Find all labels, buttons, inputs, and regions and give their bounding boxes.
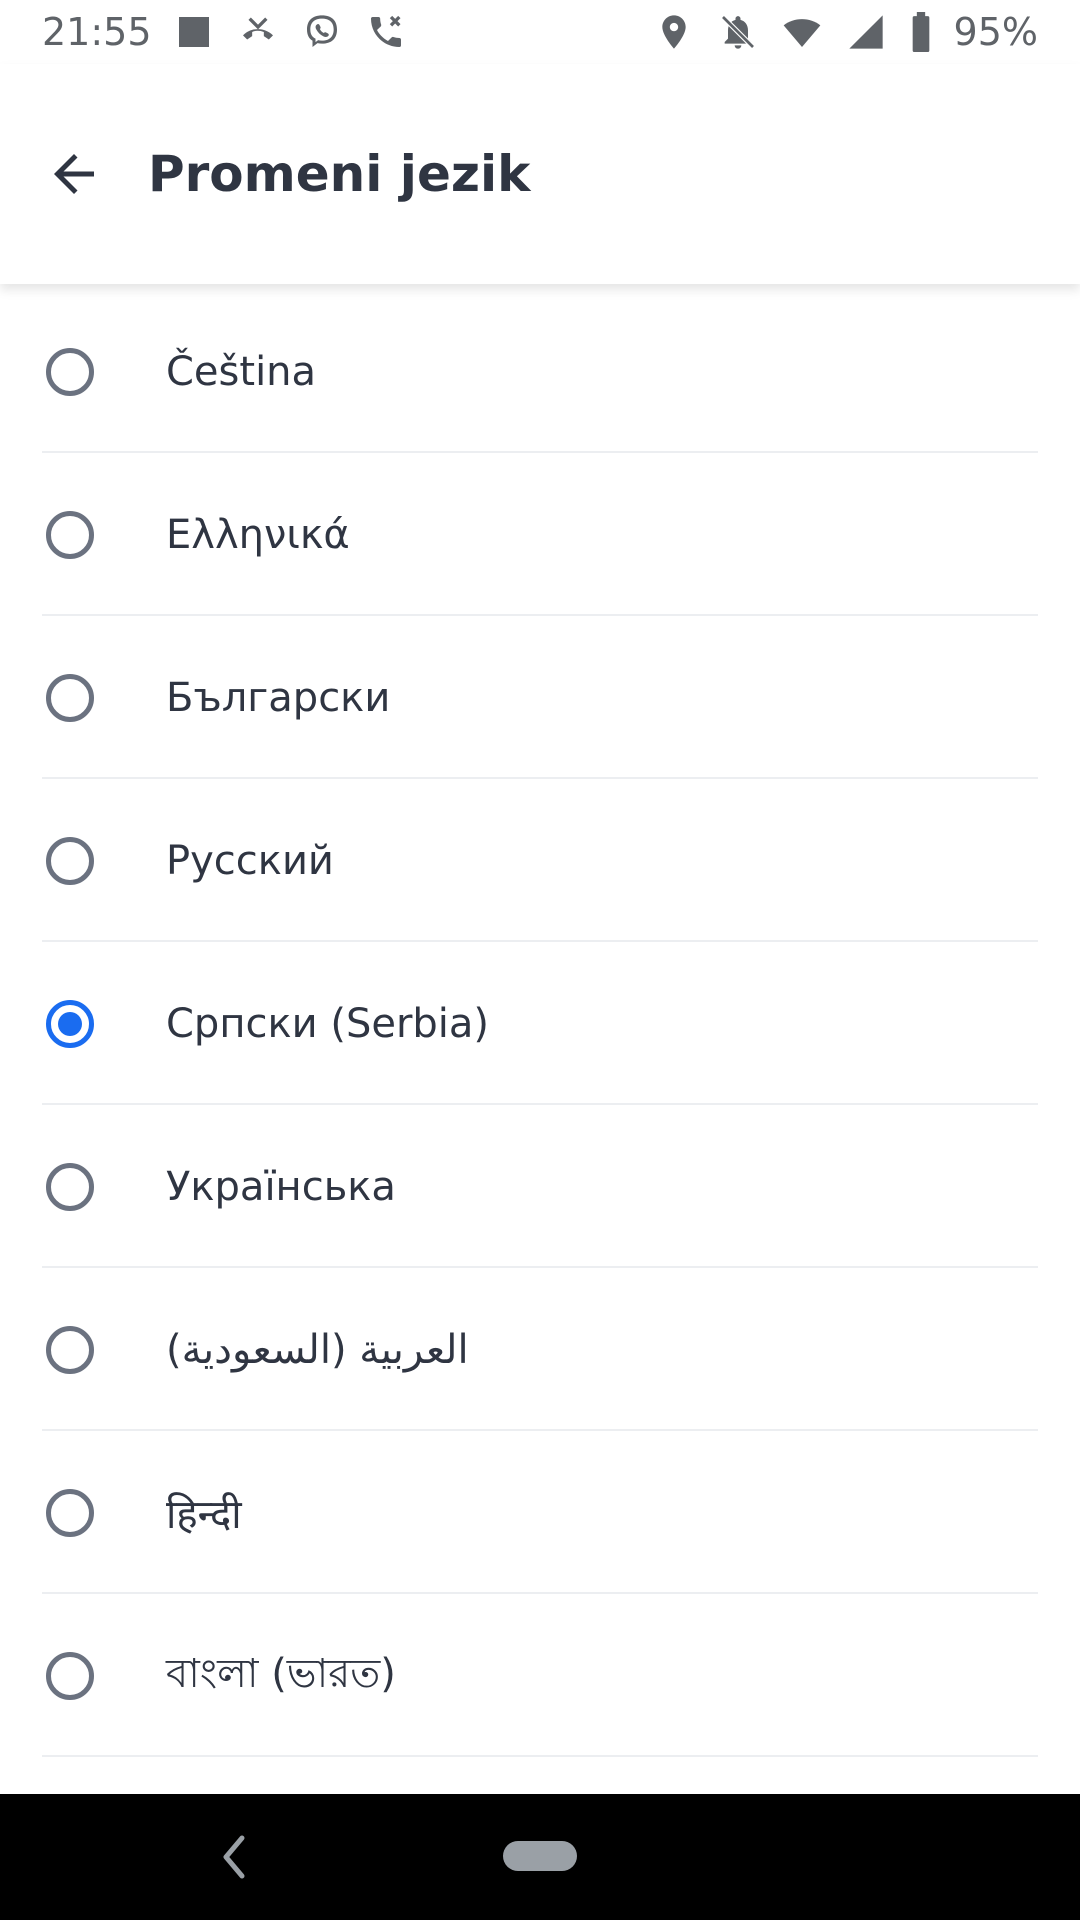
- language-option-serbian[interactable]: Српски (Serbia): [0, 942, 1080, 1105]
- page-title: Promeni jezik: [148, 145, 531, 203]
- radio-dot: [58, 1011, 82, 1036]
- radio-button[interactable]: [46, 1325, 94, 1374]
- language-option-bulgarian[interactable]: Български: [0, 616, 1080, 779]
- language-label: العربية (السعودية): [166, 1326, 469, 1373]
- notifications-off-icon: [716, 10, 760, 54]
- cell-signal-icon: [844, 10, 888, 54]
- back-button[interactable]: [42, 142, 106, 206]
- language-option-greek[interactable]: Ελληνικά: [0, 453, 1080, 616]
- battery-icon: [908, 10, 934, 54]
- location-icon: [652, 10, 696, 54]
- nav-back-icon[interactable]: [218, 1834, 248, 1880]
- status-right: 95%: [652, 10, 1038, 54]
- language-label: Ελληνικά: [166, 511, 350, 558]
- language-option-russian[interactable]: Русский: [0, 779, 1080, 942]
- status-left: 21:55: [42, 10, 408, 54]
- radio-button[interactable]: [46, 347, 94, 396]
- language-option-arabic[interactable]: العربية (السعودية): [0, 1268, 1080, 1431]
- radio-button[interactable]: [46, 510, 94, 559]
- viber-icon: [300, 10, 344, 54]
- status-bar: 21:55 95%: [0, 0, 1080, 64]
- arrow-left-icon: [54, 154, 94, 194]
- radio-button[interactable]: [46, 1162, 94, 1211]
- app-bar: Promeni jezik: [0, 64, 1080, 284]
- nav-home-pill[interactable]: [503, 1841, 577, 1871]
- wifi-icon: [780, 10, 824, 54]
- system-navigation-bar: [0, 1794, 1080, 1920]
- radio-button[interactable]: [46, 673, 94, 722]
- language-label: Српски (Serbia): [166, 1000, 490, 1047]
- language-label: Українська: [166, 1163, 396, 1210]
- language-label: বাংলা (ভারত): [166, 1651, 396, 1697]
- language-option-bengali[interactable]: বাংলা (ভারত): [0, 1594, 1080, 1757]
- radio-button[interactable]: [46, 836, 94, 885]
- status-time: 21:55: [42, 10, 152, 54]
- radio-button-selected[interactable]: [46, 999, 94, 1048]
- language-option-hindi[interactable]: हिन्दी: [0, 1431, 1080, 1594]
- radio-button[interactable]: [46, 1651, 94, 1700]
- language-option-ukrainian[interactable]: Українська: [0, 1105, 1080, 1268]
- language-label: Русский: [166, 837, 334, 884]
- missed-call-icon: [236, 10, 280, 54]
- radio-button[interactable]: [46, 1488, 94, 1537]
- battery-percent: 95%: [953, 10, 1038, 54]
- language-label: हिन्दी: [166, 1492, 242, 1538]
- language-option-cestina[interactable]: Čeština: [0, 290, 1080, 453]
- language-label: Български: [166, 674, 391, 721]
- language-label: Čeština: [166, 348, 317, 395]
- call-muted-icon: [364, 10, 408, 54]
- screen: 21:55 95% Promeni jezik Čeština Ελληνικά…: [0, 0, 1080, 1920]
- language-list: Čeština Ελληνικά Български Русский Српск…: [0, 290, 1080, 1757]
- image-thumbnail-icon: [172, 10, 216, 54]
